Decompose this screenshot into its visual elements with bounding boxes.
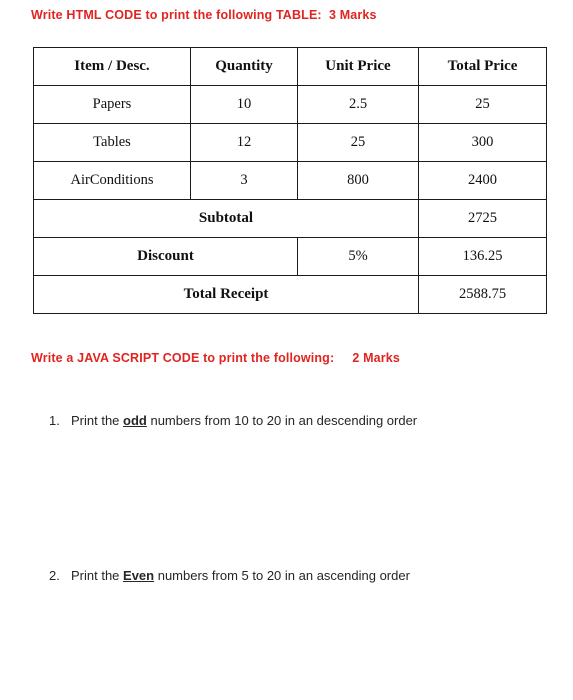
list-item: 1. Print the odd numbers from 10 to 20 in… (49, 413, 417, 430)
table-body: Papers 10 2.5 25 Tables 12 25 300 AirCon… (33, 85, 547, 314)
list-item: 2. Print the Even numbers from 5 to 20 in… (49, 568, 410, 585)
cell-total-price: 25 (418, 85, 547, 124)
table-row: Papers 10 2.5 25 (33, 85, 547, 124)
cell-quantity: 12 (190, 123, 298, 162)
column-header-quantity: Quantity (190, 47, 298, 86)
cell-quantity: 10 (190, 85, 298, 124)
table-header-row: Item / Desc. Quantity Unit Price Total P… (33, 47, 547, 86)
list-item-emphasis: Even (123, 568, 155, 583)
cell-total-label: Total Receipt (33, 275, 419, 314)
cell-item: AirConditions (33, 161, 191, 200)
cell-total-value: 2588.75 (418, 275, 547, 314)
column-header-unit-price: Unit Price (297, 47, 419, 86)
list-item-number: 1. (49, 413, 60, 428)
column-header-item: Item / Desc. (33, 47, 191, 86)
cell-unit-price: 2.5 (297, 85, 419, 124)
document-page: Write HTML CODE to print the following T… (0, 0, 573, 700)
list-item-emphasis: odd (123, 413, 147, 428)
table-row: Tables 12 25 300 (33, 123, 547, 162)
cell-unit-price: 25 (297, 123, 419, 162)
list-item-suffix: numbers from 5 to 20 in an ascending ord… (154, 568, 410, 583)
cell-item: Tables (33, 123, 191, 162)
cell-total-price: 2400 (418, 161, 547, 200)
cell-discount-rate: 5% (297, 237, 419, 276)
table-row-subtotal: Subtotal 2725 (33, 199, 547, 238)
cell-total-price: 300 (418, 123, 547, 162)
table-row-discount: Discount 5% 136.25 (33, 237, 547, 276)
list-item-prefix: Print the (71, 413, 124, 428)
question-heading-html-table: Write HTML CODE to print the following T… (31, 8, 377, 22)
cell-subtotal-value: 2725 (418, 199, 547, 238)
table-row-total: Total Receipt 2588.75 (33, 275, 547, 314)
cell-discount-label: Discount (33, 237, 298, 276)
list-item-number: 2. (49, 568, 60, 583)
column-header-total-price: Total Price (418, 47, 547, 86)
list-item-suffix: numbers from 10 to 20 in an descending o… (146, 413, 418, 428)
table-header: Item / Desc. Quantity Unit Price Total P… (33, 47, 547, 86)
cell-discount-value: 136.25 (418, 237, 547, 276)
cell-unit-price: 800 (297, 161, 419, 200)
receipt-table: Item / Desc. Quantity Unit Price Total P… (33, 47, 547, 314)
question-heading-javascript: Write a JAVA SCRIPT CODE to print the fo… (31, 351, 400, 365)
list-item-prefix: Print the (71, 568, 124, 583)
cell-quantity: 3 (190, 161, 298, 200)
receipt-table-container: Item / Desc. Quantity Unit Price Total P… (33, 47, 547, 314)
cell-subtotal-label: Subtotal (33, 199, 419, 238)
table-row: AirConditions 3 800 2400 (33, 161, 547, 200)
cell-item: Papers (33, 85, 191, 124)
